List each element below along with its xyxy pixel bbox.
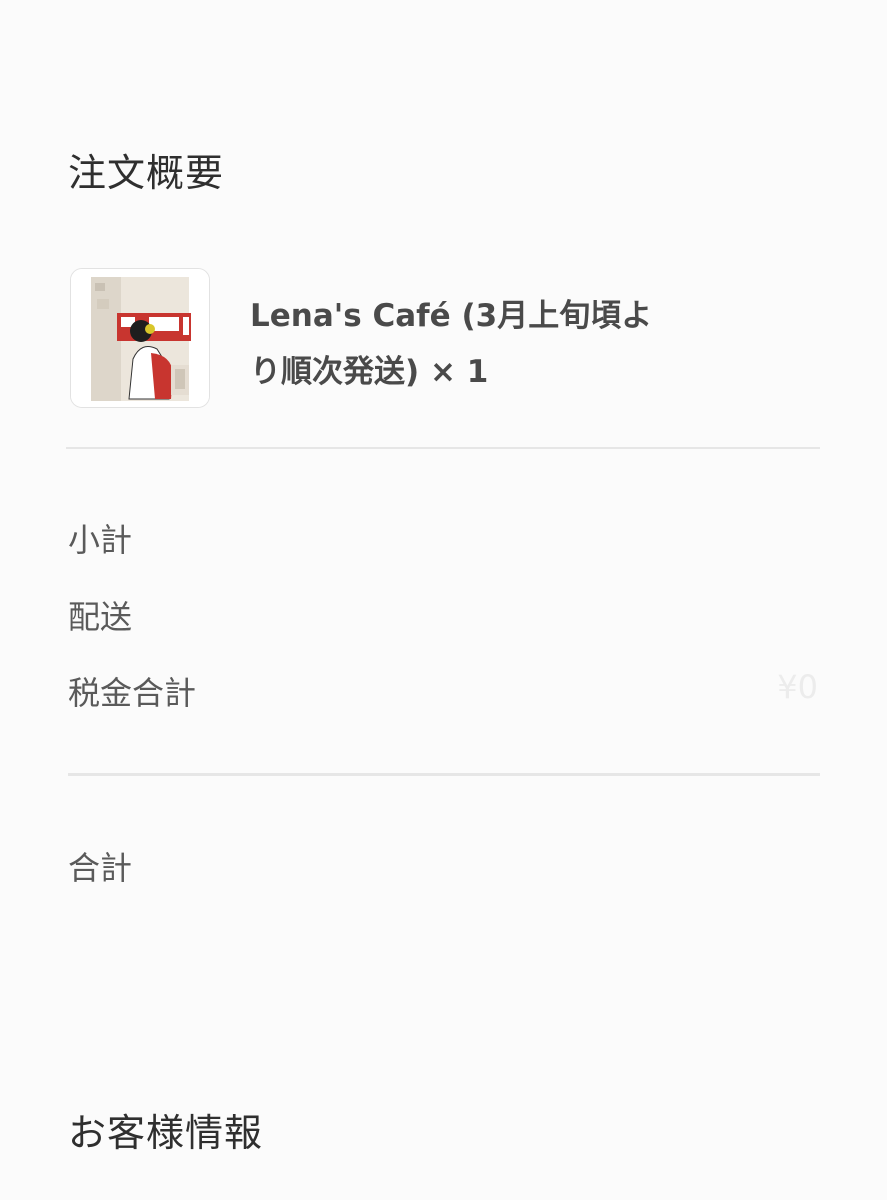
- product-name-quantity: Lena's Café (3月上旬頃より順次発送) × 1: [250, 298, 653, 390]
- tax-value: ¥0: [777, 668, 818, 706]
- product-thumbnail: [70, 268, 210, 408]
- tax-label: 税金合計: [68, 674, 197, 712]
- subtotal-row: 小計: [68, 515, 820, 563]
- total-label: 合計: [68, 849, 133, 887]
- total-row: 合計: [68, 843, 820, 891]
- product-artwork-icon: [71, 269, 209, 407]
- divider: [68, 773, 820, 776]
- divider: [66, 447, 820, 449]
- shipping-row: 配送: [68, 592, 820, 640]
- shipping-label: 配送: [68, 598, 133, 636]
- tax-row: 税金合計 ¥0: [68, 668, 820, 716]
- order-summary-heading: 注文概要: [68, 151, 225, 195]
- order-item-row: Lena's Café (3月上旬頃より順次発送) × 1: [70, 268, 820, 410]
- subtotal-label: 小計: [68, 521, 133, 559]
- checkout-summary-page: 注文概要 Lena's Café (3月上旬頃より順次発送) × 1 小計 配送…: [0, 0, 887, 1200]
- customer-info-heading: お客様情報: [68, 1111, 264, 1155]
